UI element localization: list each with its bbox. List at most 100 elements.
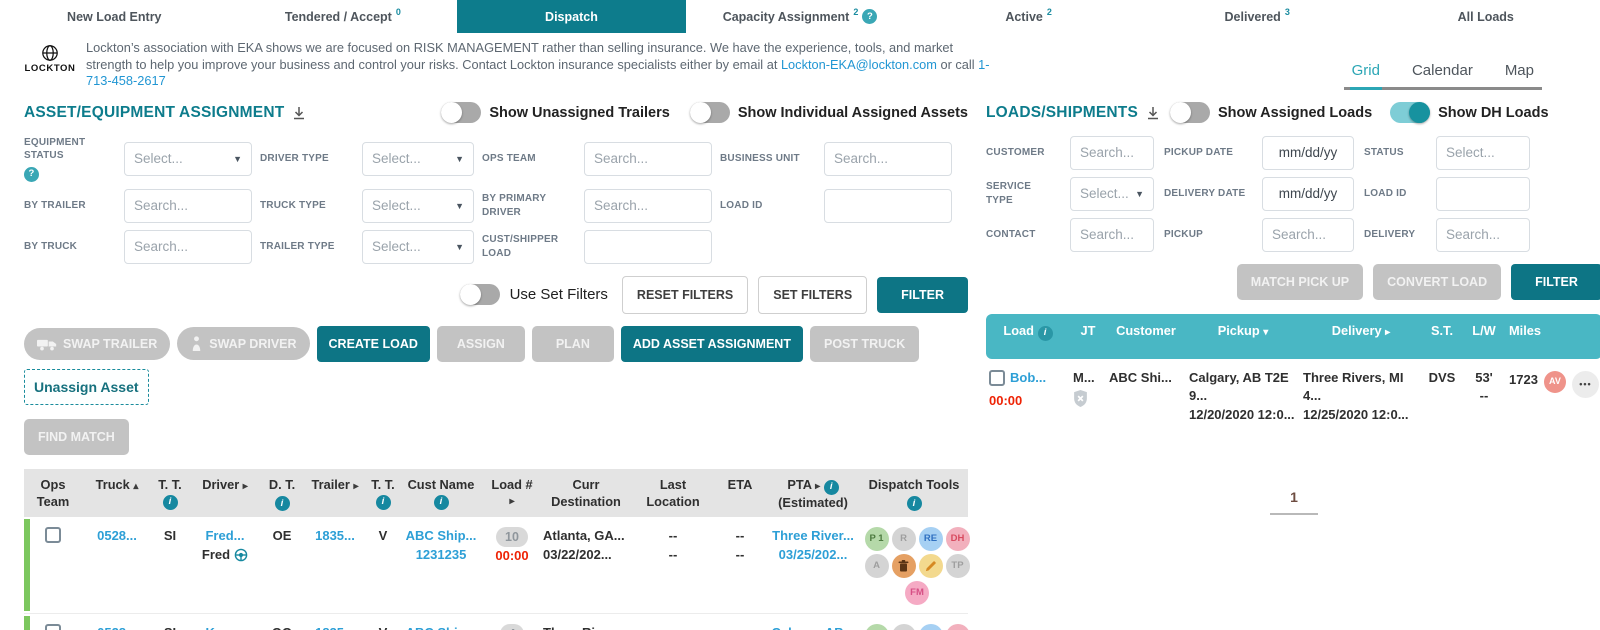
truck-type-select[interactable]: Select... ▼ bbox=[362, 188, 474, 223]
convert-load-button[interactable]: CONVERT LOAD bbox=[1373, 263, 1502, 300]
filter-button[interactable]: FILTER bbox=[877, 276, 968, 313]
tool-p1-button[interactable]: P 1 bbox=[864, 624, 889, 630]
tab-delivered[interactable]: Delivered 3 bbox=[1143, 0, 1372, 33]
by-trailer-input[interactable] bbox=[124, 188, 252, 223]
lockton-email-link[interactable]: Lockton-EKA@lockton.com bbox=[781, 57, 937, 72]
trailer-type-select[interactable]: Select... ▼ bbox=[362, 229, 474, 264]
pencil-icon[interactable] bbox=[918, 554, 943, 579]
more-options-button[interactable]: ••• bbox=[1571, 370, 1599, 398]
tool-dh-button[interactable]: DH bbox=[945, 624, 970, 630]
set-filters-button[interactable]: SET FILTERS bbox=[758, 275, 868, 314]
ops-team-input[interactable] bbox=[584, 141, 712, 176]
pickup-date-input[interactable] bbox=[1262, 135, 1354, 170]
col-truck[interactable]: Truck ▴ bbox=[82, 477, 152, 511]
truck-link[interactable]: 0528... bbox=[97, 625, 137, 630]
swap-driver-button[interactable]: SWAP DRIVER bbox=[177, 327, 310, 361]
tab-dispatch[interactable]: Dispatch bbox=[457, 0, 686, 33]
service-type-select[interactable]: Select... ▼ bbox=[1070, 176, 1154, 211]
info-icon[interactable]: i bbox=[1037, 325, 1053, 341]
business-unit-input[interactable] bbox=[824, 141, 952, 176]
plan-button[interactable]: PLAN bbox=[531, 325, 614, 362]
cust-name-link[interactable]: ABC Ship... bbox=[406, 625, 477, 630]
contact-input[interactable] bbox=[1070, 217, 1154, 252]
row-checkbox[interactable] bbox=[45, 624, 61, 630]
reset-filters-button[interactable]: RESET FILTERS bbox=[621, 275, 749, 314]
pta-link[interactable]: Calgary, AB... bbox=[771, 625, 854, 630]
cust-shipper-load-input[interactable] bbox=[584, 229, 712, 264]
info-icon[interactable]: i bbox=[375, 494, 391, 510]
tab-all-loads[interactable]: All Loads bbox=[1371, 0, 1600, 33]
load-id-input[interactable] bbox=[1436, 176, 1530, 211]
show-unassigned-trailers-toggle[interactable] bbox=[441, 102, 482, 124]
col-driver[interactable]: Driver ▸ bbox=[188, 477, 262, 511]
driver-link[interactable]: Fred... bbox=[205, 528, 244, 543]
info-icon[interactable]: i bbox=[823, 479, 839, 495]
help-icon[interactable]: ? bbox=[24, 166, 39, 182]
unassign-asset-button[interactable]: Unassign Asset bbox=[24, 368, 149, 405]
tool-re-button[interactable]: RE bbox=[918, 624, 943, 630]
show-individual-assets-toggle[interactable] bbox=[689, 102, 730, 124]
tool-p1-button[interactable]: P 1 bbox=[864, 527, 889, 552]
tool-tp-button[interactable]: TP bbox=[945, 554, 970, 579]
match-pick-up-button[interactable]: MATCH PICK UP bbox=[1236, 263, 1364, 300]
load-link[interactable]: Bob... bbox=[1010, 369, 1046, 388]
tool-dh-button[interactable]: DH bbox=[945, 527, 970, 552]
by-primary-driver-input[interactable] bbox=[584, 188, 712, 223]
delivery-input[interactable] bbox=[1436, 217, 1530, 252]
status-select[interactable]: Select... bbox=[1436, 135, 1530, 170]
pta-date-link[interactable]: 03/25/202... bbox=[779, 547, 848, 562]
delivery-date-input[interactable] bbox=[1262, 176, 1354, 211]
tool-a-button[interactable]: A bbox=[864, 554, 889, 579]
tab-capacity-assignment[interactable]: Capacity Assignment 2? bbox=[686, 0, 915, 33]
use-set-filters-toggle[interactable] bbox=[459, 284, 500, 306]
col-pta[interactable]: PTA ▸ i (Estimated) bbox=[766, 477, 860, 511]
row-checkbox[interactable] bbox=[45, 527, 61, 544]
create-load-button[interactable]: CREATE LOAD bbox=[316, 325, 430, 362]
pta-link[interactable]: Three River... bbox=[772, 528, 854, 543]
show-assigned-loads-toggle[interactable] bbox=[1169, 102, 1210, 124]
trailer-link[interactable]: 1835... bbox=[315, 528, 355, 543]
truck-link[interactable]: 0528... bbox=[97, 528, 137, 543]
show-dh-loads-toggle[interactable] bbox=[1390, 102, 1431, 124]
view-calendar[interactable]: Calendar bbox=[1410, 58, 1475, 87]
export-icon[interactable] bbox=[292, 106, 306, 120]
tool-r-button[interactable]: R bbox=[891, 527, 916, 552]
info-icon[interactable]: i bbox=[906, 496, 922, 512]
info-icon[interactable]: i bbox=[162, 494, 178, 510]
customer-input[interactable] bbox=[1070, 135, 1154, 170]
tab-active[interactable]: Active 2 bbox=[914, 0, 1143, 33]
col-load[interactable]: Load # ▸ bbox=[484, 477, 540, 511]
info-icon[interactable]: i bbox=[274, 496, 290, 512]
trash-icon[interactable] bbox=[891, 554, 916, 579]
trailer-link[interactable]: 1835... bbox=[315, 625, 355, 630]
pickup-input[interactable] bbox=[1262, 217, 1354, 252]
swap-trailer-button[interactable]: SWAP TRAILER bbox=[24, 327, 171, 360]
export-icon[interactable] bbox=[1146, 106, 1160, 120]
equipment-status-select[interactable]: Select... ▼ bbox=[124, 141, 252, 176]
col-trailer[interactable]: Trailer ▸ bbox=[302, 477, 368, 511]
tab-new-load-entry[interactable]: New Load Entry bbox=[0, 0, 229, 33]
cust-ref[interactable]: 1231235 bbox=[416, 547, 467, 562]
tab-tendered-accept[interactable]: Tendered / Accept 0 bbox=[229, 0, 458, 33]
filter-button[interactable]: FILTER bbox=[1511, 263, 1600, 300]
tool-fm-button[interactable]: FM bbox=[905, 581, 929, 606]
view-map[interactable]: Map bbox=[1503, 58, 1536, 87]
info-icon[interactable]: i bbox=[433, 494, 449, 510]
find-match-button[interactable]: FIND MATCH bbox=[24, 418, 129, 455]
col-delivery[interactable]: Delivery ▸ bbox=[1300, 323, 1422, 341]
post-truck-button[interactable]: POST TRUCK bbox=[809, 325, 920, 362]
add-asset-assignment-button[interactable]: ADD ASSET ASSIGNMENT bbox=[620, 325, 803, 362]
tool-re-button[interactable]: RE bbox=[918, 527, 943, 552]
driver-type-select[interactable]: Select... ▼ bbox=[362, 141, 474, 176]
row-checkbox[interactable] bbox=[989, 369, 1005, 386]
help-icon[interactable]: ? bbox=[862, 9, 878, 24]
col-pickup[interactable]: Pickup ▾ bbox=[1186, 323, 1300, 341]
assign-button[interactable]: ASSIGN bbox=[436, 325, 525, 362]
cust-name-link[interactable]: ABC Ship... bbox=[406, 528, 477, 543]
view-grid[interactable]: Grid bbox=[1349, 58, 1382, 90]
by-truck-input[interactable] bbox=[124, 229, 252, 264]
load-id-input[interactable] bbox=[824, 188, 952, 223]
driver-link[interactable]: Ken ... bbox=[205, 625, 244, 630]
page-number[interactable]: 1 bbox=[986, 489, 1600, 505]
tool-r-button[interactable]: R bbox=[891, 624, 916, 630]
